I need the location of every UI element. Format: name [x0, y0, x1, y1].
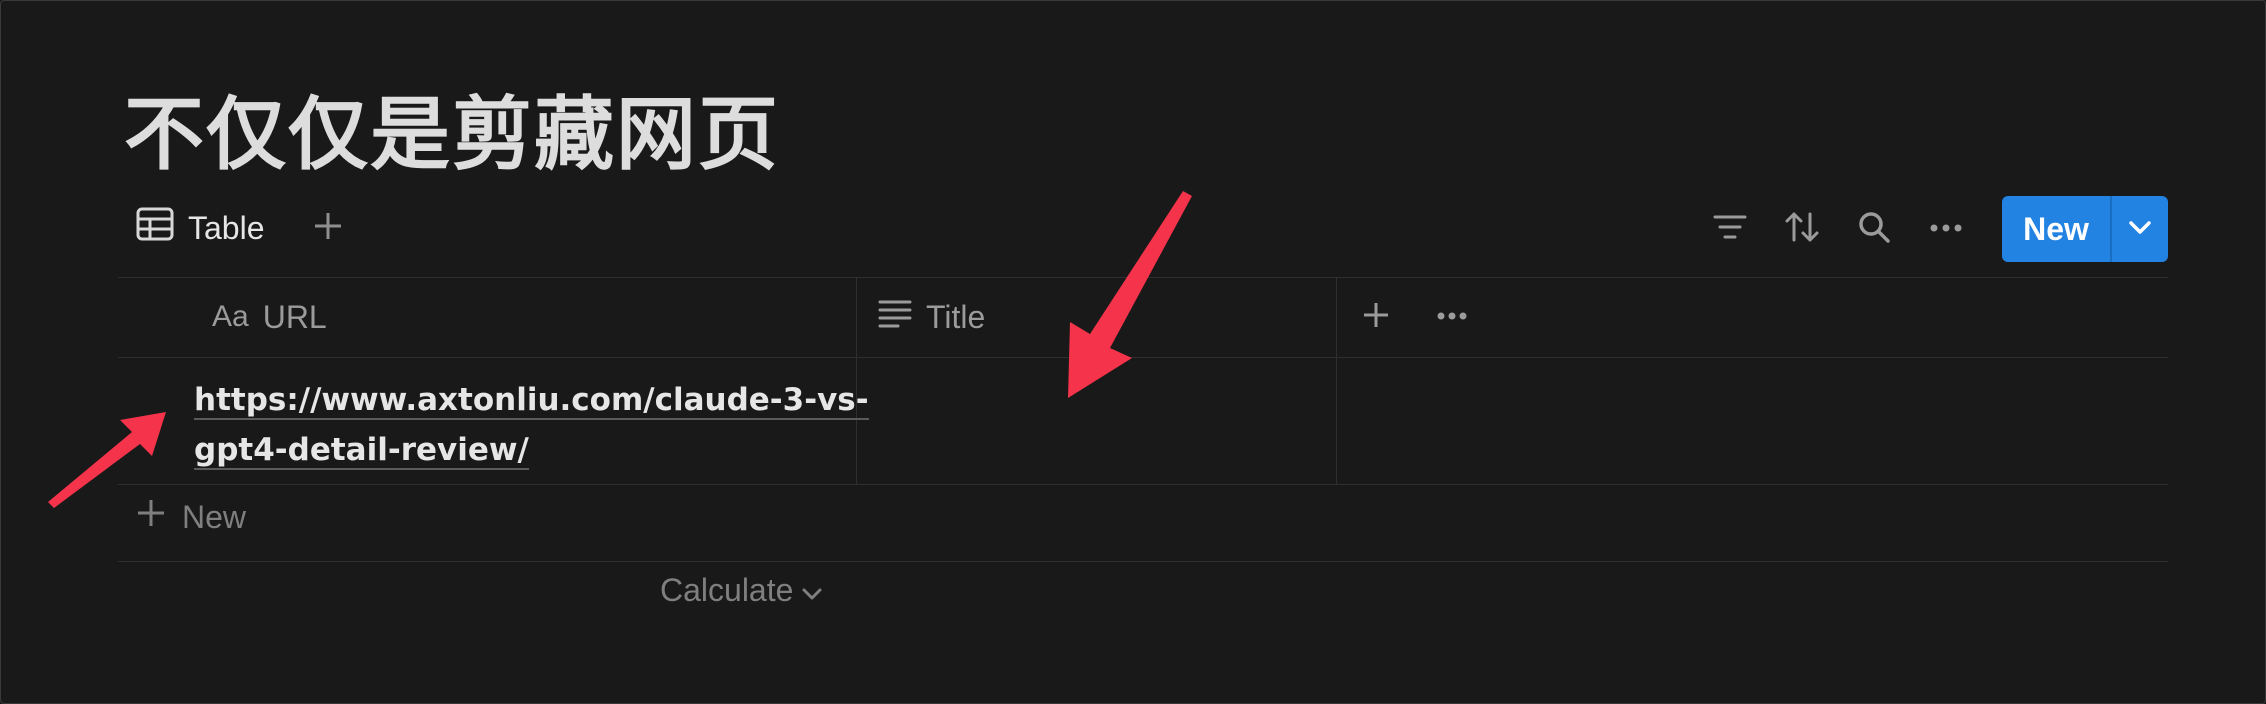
column-more-button[interactable] [1428, 295, 1476, 339]
row-divider [118, 484, 2168, 485]
search-icon [1857, 210, 1891, 249]
view-tab-table[interactable]: Table [136, 206, 265, 250]
view-tab-label: Table [188, 209, 265, 246]
more-icon [1436, 308, 1468, 326]
view-toolbar: Table New [118, 196, 2168, 262]
plus-icon [313, 211, 343, 246]
plus-icon [136, 498, 166, 536]
url-link-line1[interactable]: https://www.axtonliu.com/claude-3-vs- [194, 382, 869, 420]
chevron-down-icon [2128, 219, 2152, 240]
add-view-button[interactable] [306, 206, 350, 250]
search-button[interactable] [1838, 201, 1910, 257]
add-property-button[interactable] [1352, 295, 1400, 339]
sort-button[interactable] [1766, 201, 1838, 257]
table-icon [136, 207, 174, 249]
page-title: 不仅仅是剪藏网页 [124, 88, 780, 181]
column-header-url[interactable]: Aa URL [212, 277, 327, 357]
add-row-label: New [182, 498, 247, 535]
column-header-label: URL [262, 298, 327, 335]
filter-button[interactable] [1694, 201, 1766, 257]
column-header-title[interactable]: Title [878, 277, 985, 357]
column-header-label: Title [926, 298, 986, 335]
add-row-button[interactable]: New [136, 485, 246, 549]
more-icon [1929, 220, 1963, 238]
header-divider [118, 357, 2168, 358]
table-cell-url[interactable]: https://www.axtonliu.com/claude-3-vs- gp… [194, 375, 934, 475]
table-top-border [118, 277, 2168, 278]
url-link-line2[interactable]: gpt4-detail-review/ [194, 432, 529, 470]
column-divider [1336, 277, 1337, 484]
plus-icon [1362, 301, 1390, 334]
new-dropdown-button[interactable] [2112, 196, 2168, 262]
sort-icon [1784, 210, 1820, 249]
new-button-group: New [2002, 196, 2168, 262]
text-lines-icon [878, 298, 912, 336]
view-tools: New [1694, 196, 2168, 262]
more-options-button[interactable] [1910, 201, 1982, 257]
calculate-label: Calculate [660, 571, 794, 608]
text-type-icon: Aa [212, 300, 249, 333]
chevron-down-icon [801, 572, 823, 609]
new-button[interactable]: New [2002, 196, 2110, 262]
add-row-divider [118, 561, 2168, 562]
filter-icon [1713, 213, 1747, 246]
calculate-button[interactable]: Calculate [660, 562, 823, 618]
